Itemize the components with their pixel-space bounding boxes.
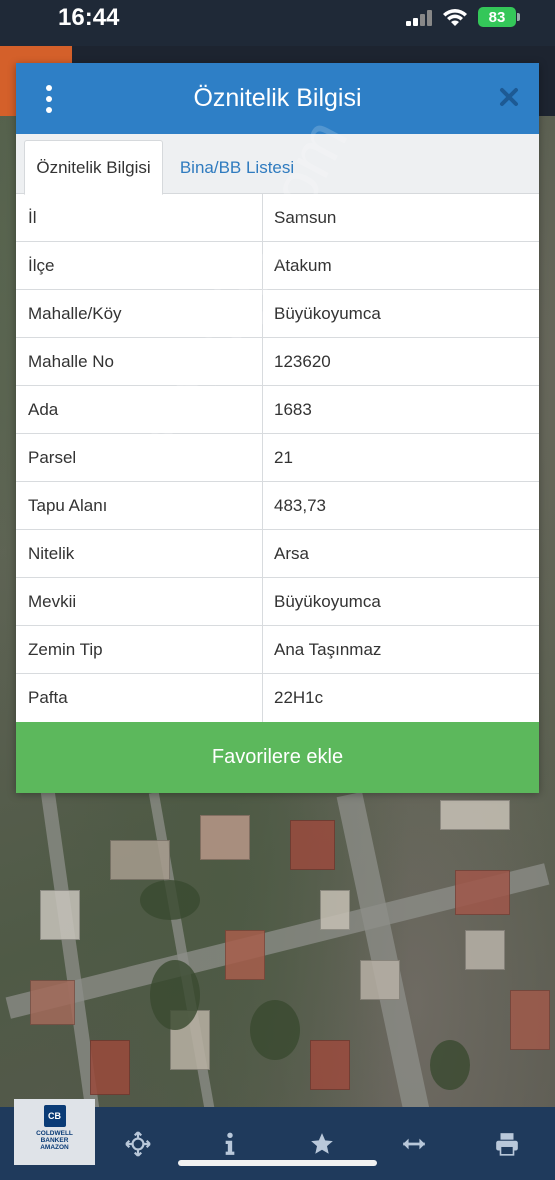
table-row: İlçe Atakum bbox=[16, 242, 539, 290]
logo-text: COLDWELL BANKER AMAZON bbox=[36, 1130, 73, 1151]
row-key: Pafta bbox=[16, 674, 263, 722]
row-value: 1683 bbox=[274, 399, 312, 419]
row-key: İlçe bbox=[16, 242, 263, 289]
dialog-header: Öznitelik Bilgisi bbox=[16, 63, 539, 134]
table-row: Zemin Tip Ana Taşınmaz bbox=[16, 626, 539, 674]
row-value: Samsun bbox=[274, 207, 337, 227]
row-value: Büyükoyumca bbox=[274, 303, 381, 323]
tab-attribute-info[interactable]: Öznitelik Bilgisi bbox=[24, 140, 163, 195]
battery-indicator: 83 bbox=[478, 7, 516, 27]
bottom-toolbar: CB COLDWELL BANKER AMAZON bbox=[0, 1099, 555, 1180]
row-value: Ana Taşınmaz bbox=[274, 639, 382, 659]
clock: 16:44 bbox=[58, 4, 120, 31]
battery-nub bbox=[517, 13, 520, 21]
row-value: 22H1c bbox=[274, 688, 324, 707]
row-value: 123620 bbox=[274, 351, 331, 371]
menu-dots-icon[interactable] bbox=[44, 85, 54, 113]
row-key: Ada bbox=[16, 386, 263, 433]
table-row: Nitelik Arsa bbox=[16, 530, 539, 578]
row-key: Tapu Alanı bbox=[16, 482, 263, 529]
row-value: 483,73 bbox=[274, 495, 326, 515]
table-row: Mahalle/Köy Büyükoyumca bbox=[16, 290, 539, 338]
table-row: Parsel 21 bbox=[16, 434, 539, 482]
row-key: Mahalle/Köy bbox=[16, 290, 263, 337]
tab-building-list[interactable]: Bina/BB Listesi bbox=[167, 140, 307, 195]
home-indicator[interactable] bbox=[178, 1160, 377, 1166]
table-row: Mahalle No 123620 bbox=[16, 338, 539, 386]
row-key: Nitelik bbox=[16, 530, 263, 577]
print-icon[interactable] bbox=[494, 1131, 520, 1157]
attribute-table: İl Samsun İlçe Atakum Mahalle/Köy Büyüko… bbox=[16, 194, 539, 722]
close-icon[interactable] bbox=[497, 85, 521, 109]
tab-bar: Öznitelik Bilgisi Bina/BB Listesi bbox=[16, 134, 539, 195]
row-value: Atakum bbox=[274, 255, 332, 275]
move-icon[interactable] bbox=[125, 1131, 151, 1157]
row-key: İl bbox=[16, 194, 263, 241]
dialog-title: Öznitelik Bilgisi bbox=[193, 84, 362, 112]
star-icon[interactable] bbox=[309, 1131, 335, 1157]
row-value: 21 bbox=[274, 447, 293, 467]
table-row: İl Samsun bbox=[16, 194, 539, 242]
logo-badge: CB bbox=[43, 1105, 66, 1127]
info-icon[interactable] bbox=[217, 1131, 243, 1157]
row-value: Arsa bbox=[274, 543, 309, 563]
table-row: Ada 1683 bbox=[16, 386, 539, 434]
table-row: Pafta 22H1c bbox=[16, 674, 539, 722]
row-key: Mevkii bbox=[16, 578, 263, 625]
status-bar: 16:44 83 bbox=[0, 0, 555, 46]
coldwell-banker-logo: CB COLDWELL BANKER AMAZON bbox=[14, 1099, 95, 1165]
table-row: Tapu Alanı 483,73 bbox=[16, 482, 539, 530]
row-key: Zemin Tip bbox=[16, 626, 263, 673]
add-to-favorites-button[interactable]: Favorilere ekle bbox=[16, 722, 539, 793]
attribute-info-dialog: Öznitelik Bilgisi Öznitelik Bilgisi Bina… bbox=[16, 63, 539, 793]
wifi-icon bbox=[443, 9, 467, 26]
table-row: Mevkii Büyükoyumca bbox=[16, 578, 539, 626]
row-value: Büyükoyumca bbox=[274, 591, 381, 611]
row-key: Mahalle No bbox=[16, 338, 263, 385]
row-key: Parsel bbox=[16, 434, 263, 481]
measure-icon[interactable] bbox=[401, 1131, 427, 1157]
cellular-signal-icon bbox=[406, 10, 434, 26]
